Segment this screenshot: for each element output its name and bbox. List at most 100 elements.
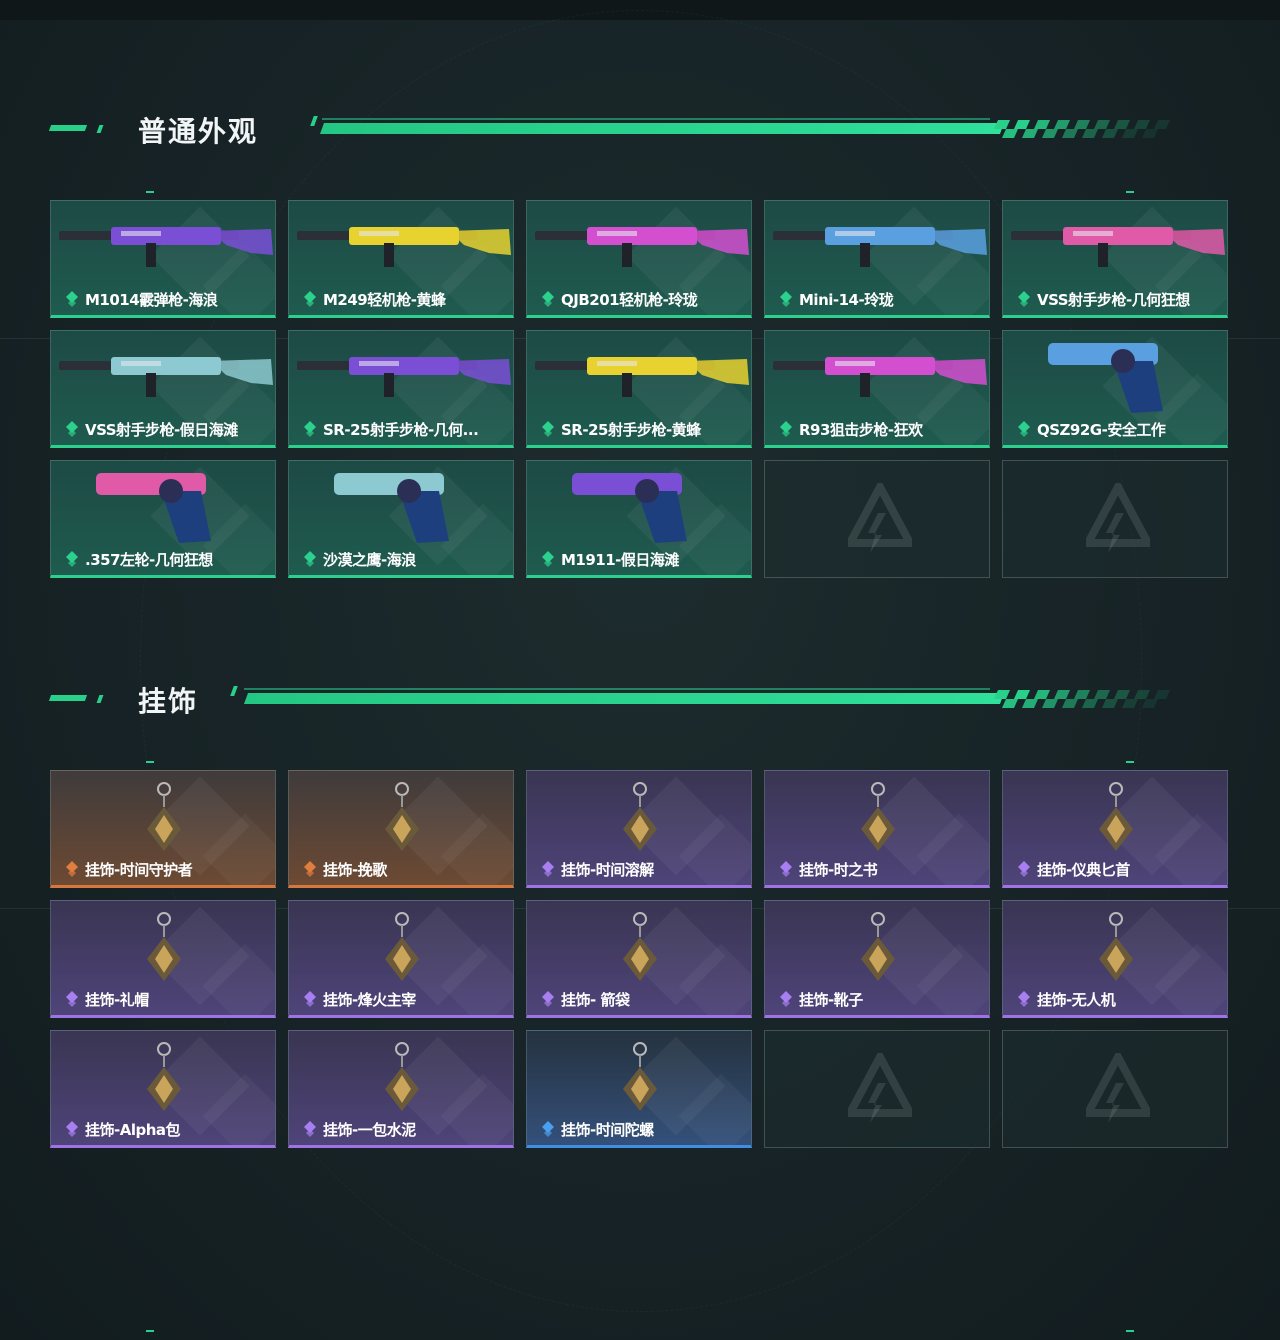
rarity-diamond-icon bbox=[1018, 291, 1030, 307]
item-card[interactable]: 挂饰- 箭袋 bbox=[526, 900, 752, 1018]
item-label: Mini-14-玲珑 bbox=[799, 291, 894, 309]
header-line bbox=[322, 118, 990, 120]
top-strip bbox=[0, 0, 1280, 20]
item-label: 挂饰-时之书 bbox=[799, 861, 878, 879]
section-title: 挂饰 bbox=[138, 685, 199, 718]
item-label: VSS射手步枪-假日海滩 bbox=[85, 421, 238, 439]
header-accent bbox=[230, 686, 238, 696]
item-grid: M1014霰弹枪-海浪 M249轻机枪-黄蜂 QJB201轻机枪-玲珑 Mini-14… bbox=[50, 200, 1230, 580]
header-accent bbox=[96, 125, 104, 133]
item-label: 挂饰-礼帽 bbox=[85, 991, 149, 1009]
item-card[interactable]: 挂饰-无人机 bbox=[1002, 900, 1228, 1018]
rarity-diamond-icon bbox=[1018, 861, 1030, 877]
corner-mark bbox=[1126, 191, 1134, 193]
item-card[interactable]: 挂饰-靴子 bbox=[764, 900, 990, 1018]
item-card[interactable]: QSZ92G-安全工作 bbox=[1002, 330, 1228, 448]
item-card[interactable]: 挂饰-时间陀螺 bbox=[526, 1030, 752, 1148]
section-header: 普通外观 bbox=[48, 108, 1200, 148]
corner-mark bbox=[146, 1330, 154, 1332]
item-card[interactable]: SR-25射手步枪-黄蜂 bbox=[526, 330, 752, 448]
item-card[interactable]: QJB201轻机枪-玲珑 bbox=[526, 200, 752, 318]
item-card[interactable]: 挂饰-烽火主宰 bbox=[288, 900, 514, 1018]
header-bar bbox=[243, 693, 1005, 704]
rarity-diamond-icon bbox=[304, 1121, 316, 1137]
rarity-diamond-icon bbox=[542, 421, 554, 437]
item-label: 挂饰-时间陀螺 bbox=[561, 1121, 654, 1139]
item-card[interactable]: 挂饰-Alpha包 bbox=[50, 1030, 276, 1148]
corner-mark bbox=[1126, 761, 1134, 763]
item-label: 挂饰-挽歌 bbox=[323, 861, 387, 879]
item-label: R93狙击步枪-狂欢 bbox=[799, 421, 923, 439]
header-accent bbox=[310, 116, 318, 126]
item-label: 挂饰-烽火主宰 bbox=[323, 991, 416, 1009]
item-card[interactable]: 挂饰-仪典匕首 bbox=[1002, 770, 1228, 888]
item-label: VSS射手步枪-几何狂想 bbox=[1037, 291, 1190, 309]
empty-slot-logo-icon bbox=[1086, 483, 1150, 553]
item-card[interactable]: 沙漠之鹰-海浪 bbox=[288, 460, 514, 578]
item-grid: 挂饰-时间守护者 挂饰-挽歌 挂饰-时间溶解 挂饰-时之书 挂饰-仪典匕首 挂饰-礼帽 挂饰… bbox=[50, 770, 1230, 1150]
rarity-diamond-icon bbox=[780, 291, 792, 307]
empty-item-slot bbox=[1002, 1030, 1228, 1148]
section-header: 挂饰 bbox=[48, 678, 1200, 718]
item-label: 挂饰- 箭袋 bbox=[561, 991, 630, 1009]
item-card[interactable]: 挂饰-一包水泥 bbox=[288, 1030, 514, 1148]
item-label: M249轻机枪-黄蜂 bbox=[323, 291, 446, 309]
item-label: .357左轮-几何狂想 bbox=[85, 551, 213, 569]
rarity-diamond-icon bbox=[542, 1121, 554, 1137]
rarity-diamond-icon bbox=[542, 551, 554, 567]
rarity-diamond-icon bbox=[1018, 421, 1030, 437]
item-label: SR-25射手步枪-黄蜂 bbox=[561, 421, 701, 439]
item-card[interactable]: VSS射手步枪-假日海滩 bbox=[50, 330, 276, 448]
empty-slot-logo-icon bbox=[848, 483, 912, 553]
rarity-diamond-icon bbox=[542, 991, 554, 1007]
item-card[interactable]: .357左轮-几何狂想 bbox=[50, 460, 276, 578]
item-label: 挂饰-无人机 bbox=[1037, 991, 1116, 1009]
rarity-diamond-icon bbox=[304, 991, 316, 1007]
rarity-diamond-icon bbox=[66, 421, 78, 437]
item-card[interactable]: 挂饰-礼帽 bbox=[50, 900, 276, 1018]
header-accent bbox=[48, 125, 88, 131]
item-card[interactable]: 挂饰-时间守护者 bbox=[50, 770, 276, 888]
item-card[interactable]: 挂饰-时之书 bbox=[764, 770, 990, 888]
rarity-diamond-icon bbox=[1018, 991, 1030, 1007]
rarity-diamond-icon bbox=[542, 291, 554, 307]
corner-mark bbox=[1126, 1330, 1134, 1332]
item-card[interactable]: Mini-14-玲珑 bbox=[764, 200, 990, 318]
checker-decoration bbox=[994, 120, 1170, 138]
rarity-diamond-icon bbox=[304, 551, 316, 567]
section-title: 普通外观 bbox=[138, 115, 259, 148]
corner-mark bbox=[146, 191, 154, 193]
item-label: QSZ92G-安全工作 bbox=[1037, 421, 1166, 439]
item-card[interactable]: 挂饰-时间溶解 bbox=[526, 770, 752, 888]
item-card[interactable]: 挂饰-挽歌 bbox=[288, 770, 514, 888]
header-bar bbox=[319, 123, 1005, 134]
rarity-diamond-icon bbox=[780, 861, 792, 877]
item-label: 挂饰-时间溶解 bbox=[561, 861, 654, 879]
item-label: 挂饰-时间守护者 bbox=[85, 861, 193, 879]
rarity-diamond-icon bbox=[66, 861, 78, 877]
header-line bbox=[244, 688, 990, 690]
empty-slot-logo-icon bbox=[1086, 1053, 1150, 1123]
header-accent bbox=[48, 695, 88, 701]
item-label: 挂饰-一包水泥 bbox=[323, 1121, 416, 1139]
item-label: 沙漠之鹰-海浪 bbox=[323, 551, 416, 569]
item-card[interactable]: M1014霰弹枪-海浪 bbox=[50, 200, 276, 318]
item-label: 挂饰-仪典匕首 bbox=[1037, 861, 1130, 879]
item-card[interactable]: M249轻机枪-黄蜂 bbox=[288, 200, 514, 318]
item-label: M1014霰弹枪-海浪 bbox=[85, 291, 218, 309]
item-label: 挂饰-Alpha包 bbox=[85, 1121, 181, 1139]
item-card[interactable]: R93狙击步枪-狂欢 bbox=[764, 330, 990, 448]
rarity-diamond-icon bbox=[304, 291, 316, 307]
header-accent bbox=[96, 695, 104, 703]
rarity-diamond-icon bbox=[66, 991, 78, 1007]
checker-decoration bbox=[994, 690, 1170, 708]
rarity-diamond-icon bbox=[66, 1121, 78, 1137]
item-card[interactable]: M1911-假日海滩 bbox=[526, 460, 752, 578]
rarity-diamond-icon bbox=[304, 861, 316, 877]
rarity-diamond-icon bbox=[304, 421, 316, 437]
item-card[interactable]: VSS射手步枪-几何狂想 bbox=[1002, 200, 1228, 318]
rarity-diamond-icon bbox=[66, 551, 78, 567]
rarity-diamond-icon bbox=[780, 991, 792, 1007]
item-card[interactable]: SR-25射手步枪-几何... bbox=[288, 330, 514, 448]
corner-mark bbox=[146, 761, 154, 763]
